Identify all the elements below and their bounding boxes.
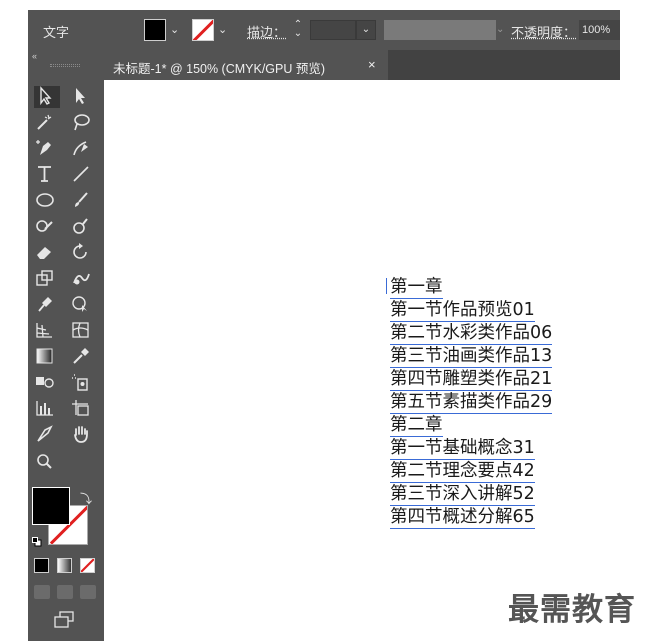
stroke-weight-stepper-icon[interactable]: ⌃ ⌄ (288, 20, 308, 40)
stroke-label[interactable]: 描边： (247, 22, 286, 41)
shape-builder-tool-icon[interactable] (70, 294, 96, 316)
draw-behind-icon[interactable] (57, 585, 73, 599)
stroke-color-swatch[interactable] (192, 19, 214, 41)
text-line[interactable]: 第四节雕塑类作品21 (390, 368, 553, 391)
text-frame[interactable]: 第一章 第一节作品预览01 第二节水彩类作品06 第三节油画类作品13 第四节雕… (386, 276, 553, 529)
stroke-weight-input[interactable] (310, 20, 356, 40)
ellipse-tool-icon[interactable] (34, 190, 60, 212)
pen-tool-icon[interactable] (34, 138, 60, 160)
panel-grip-icon[interactable] (50, 64, 80, 67)
fill-color-swatch[interactable] (144, 19, 166, 41)
hand-tool-icon[interactable] (70, 424, 96, 446)
default-fill-stroke-icon[interactable] (32, 534, 42, 547)
color-mode-icon[interactable] (34, 558, 49, 573)
close-icon[interactable]: × (368, 57, 376, 72)
opacity-label[interactable]: 不透明度： (511, 22, 576, 41)
text-cursor (386, 278, 387, 294)
collapse-panel-icon[interactable]: « (32, 51, 37, 61)
type-tool-icon[interactable] (34, 164, 60, 186)
puppet-warp-tool-icon[interactable] (34, 294, 60, 316)
rotate-tool-icon[interactable] (70, 242, 96, 264)
shaper-tool-icon[interactable] (34, 216, 60, 238)
tools-panel: « ⤵ (28, 50, 104, 641)
stroke-dropdown-chevron-icon[interactable]: ⌄ (218, 23, 228, 37)
column-graph-tool-icon[interactable] (34, 398, 60, 420)
fill-dropdown-chevron-icon[interactable]: ⌄ (170, 23, 180, 37)
document-tab-bar: 未标题-1* @ 150% (CMYK/GPU 预览) × (104, 50, 620, 80)
blend-tool-icon[interactable] (34, 372, 60, 394)
line-segment-tool-icon[interactable] (70, 164, 96, 186)
text-line[interactable]: 第三节深入讲解52 (390, 483, 552, 506)
screen-mode-icon[interactable] (52, 610, 76, 630)
gradient-mode-icon[interactable] (57, 558, 72, 573)
eyedropper-tool-icon[interactable] (70, 346, 96, 368)
none-mode-icon[interactable] (80, 558, 95, 573)
text-line[interactable]: 第四节概述分解65 (390, 506, 552, 529)
scale-tool-icon[interactable] (34, 268, 60, 290)
perspective-grid-tool-icon[interactable] (34, 320, 60, 342)
warp-tool-icon[interactable] (70, 268, 96, 290)
text-line[interactable]: 第二节水彩类作品06 (390, 322, 553, 345)
curvature-tool-icon[interactable] (70, 138, 96, 160)
selection-tool-icon[interactable] (34, 86, 60, 108)
variable-width-profile-field[interactable] (384, 20, 496, 40)
mesh-tool-icon[interactable] (70, 320, 96, 342)
eraser-tool-icon[interactable] (34, 242, 60, 264)
draw-normal-icon[interactable] (34, 585, 50, 599)
text-line[interactable]: 第三节油画类作品13 (390, 345, 553, 368)
zoom-tool-icon[interactable] (34, 452, 60, 474)
blob-brush-tool-icon[interactable] (70, 216, 96, 238)
magic-wand-tool-icon[interactable] (34, 112, 60, 134)
stroke-weight-dropdown-chevron-icon[interactable]: ⌄ (356, 20, 376, 40)
text-line[interactable]: 第二章 (390, 414, 552, 437)
text-line[interactable]: 第一章 (390, 276, 552, 299)
fill-swatch[interactable] (32, 487, 70, 525)
gradient-tool-icon[interactable] (34, 346, 60, 368)
direct-selection-tool-icon[interactable] (70, 86, 96, 108)
opacity-input[interactable]: 100% (579, 20, 620, 40)
artboard-tool-icon[interactable] (70, 398, 96, 420)
watermark-logo: 最需教育 (508, 592, 636, 628)
draw-inside-icon[interactable] (80, 585, 96, 599)
document-tab[interactable]: 未标题-1* @ 150% (CMYK/GPU 预览) × (104, 50, 388, 80)
text-line[interactable]: 第五节素描类作品29 (390, 391, 553, 414)
control-bar: 文字 ⌄ ⌄ 描边： ⌃ ⌄ ⌄ ⌄ 不透明度： 100% (28, 10, 620, 50)
slice-tool-icon[interactable] (34, 424, 60, 446)
document-tab-title[interactable]: 未标题-1* @ 150% (CMYK/GPU 预览) (113, 58, 325, 77)
text-line[interactable]: 第一节作品预览01 (390, 299, 552, 322)
paintbrush-tool-icon[interactable] (70, 190, 96, 212)
swap-fill-stroke-icon[interactable]: ⤵ (80, 490, 92, 507)
text-line[interactable]: 第二节理念要点42 (390, 460, 552, 483)
tool-name-label: 文字 (43, 25, 70, 40)
symbol-sprayer-tool-icon[interactable] (70, 372, 96, 394)
lasso-tool-icon[interactable] (70, 112, 96, 134)
text-line[interactable]: 第一节基础概念31 (390, 437, 552, 460)
profile-dropdown-chevron-icon[interactable]: ⌄ (496, 20, 510, 40)
